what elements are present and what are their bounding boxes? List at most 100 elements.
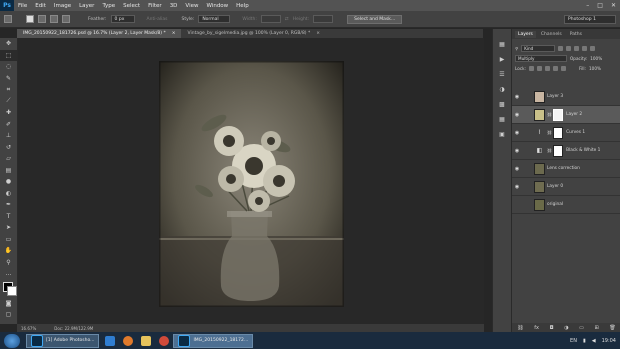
menu-filter[interactable]: Filter: [144, 3, 166, 9]
type-filter-icon[interactable]: [574, 45, 580, 51]
actions-panel-icon[interactable]: ▶: [493, 52, 511, 67]
new-selection-icon[interactable]: [26, 15, 34, 23]
link-icon[interactable]: ⛓: [547, 112, 552, 117]
workspace-select[interactable]: Photoshop 1: [564, 15, 616, 24]
style-select[interactable]: Normal: [198, 15, 231, 23]
eye-icon[interactable]: ◉: [512, 130, 522, 136]
tab-document-2[interactable]: Vintage_by_sigelmedia.jpg @ 100% (Layer …: [181, 29, 326, 38]
eraser-tool-icon[interactable]: ▱: [0, 153, 17, 165]
menu-window[interactable]: Window: [202, 3, 232, 9]
layer-row[interactable]: ◉ Lens correction: [512, 160, 620, 178]
document-image[interactable]: [159, 61, 344, 307]
shape-tool-icon[interactable]: ▭: [0, 234, 17, 246]
color-panel-icon[interactable]: ▩: [493, 97, 511, 112]
minimize-button[interactable]: –: [586, 2, 589, 9]
link-layers-icon[interactable]: ⛓: [517, 325, 523, 331]
lock-image-icon[interactable]: [536, 65, 542, 71]
eye-icon[interactable]: ◉: [512, 184, 522, 190]
network-icon[interactable]: ▮: [583, 338, 586, 344]
height-input[interactable]: [313, 15, 334, 23]
more-tools-icon[interactable]: …: [0, 268, 17, 280]
layer-row[interactable]: ◉ Layer 0: [512, 178, 620, 196]
layer-row[interactable]: ◉ Layer 3: [512, 88, 620, 106]
move-tool-icon[interactable]: ✥: [0, 38, 17, 50]
adjustment-filter-icon[interactable]: [566, 45, 572, 51]
adjustments-panel-icon[interactable]: ◑: [493, 82, 511, 97]
properties-panel-icon[interactable]: ☰: [493, 67, 511, 82]
eye-icon[interactable]: ◉: [512, 166, 522, 172]
opacity-value[interactable]: 100%: [590, 56, 602, 61]
menu-view[interactable]: View: [181, 3, 202, 9]
tab-paths[interactable]: Paths: [567, 31, 585, 38]
menu-select[interactable]: Select: [119, 3, 144, 9]
marquee-tool-icon[interactable]: [4, 15, 12, 23]
color-swatches[interactable]: [0, 280, 17, 298]
layer-row[interactable]: ◉ ⛓ Layer 2: [512, 106, 620, 124]
link-icon[interactable]: ⛓: [547, 148, 552, 153]
eyedropper-tool-icon[interactable]: ⟋: [0, 96, 17, 108]
kind-filter-select[interactable]: Kind: [521, 44, 556, 52]
hand-tool-icon[interactable]: ✋: [0, 245, 17, 257]
taskbar-photoshop-1[interactable]: [1] Adobe Photosho...: [26, 333, 100, 348]
dodge-tool-icon[interactable]: ◐: [0, 188, 17, 200]
libraries-panel-icon[interactable]: ▣: [493, 127, 511, 142]
link-icon[interactable]: ⛓: [547, 130, 552, 135]
zoom-tool-icon[interactable]: ⚲: [0, 257, 17, 269]
shape-filter-icon[interactable]: [582, 45, 588, 51]
width-input[interactable]: [260, 15, 281, 23]
menu-type[interactable]: Type: [98, 3, 119, 9]
blur-tool-icon[interactable]: ●: [0, 176, 17, 188]
eye-icon[interactable]: ◉: [512, 112, 522, 118]
eye-icon[interactable]: ◉: [512, 148, 522, 154]
pixel-filter-icon[interactable]: [558, 45, 564, 51]
maximize-button[interactable]: □: [597, 2, 603, 9]
layer-row[interactable]: ◉ ◧ ⛓ Black & White 1: [512, 142, 620, 160]
select-and-mask-button[interactable]: Select and Mask...: [347, 14, 403, 24]
crop-tool-icon[interactable]: ⌗: [0, 84, 17, 96]
menu-file[interactable]: File: [14, 3, 31, 9]
layer-mask-thumbnail[interactable]: [553, 126, 564, 139]
language-indicator[interactable]: EN: [570, 338, 577, 344]
menu-layer[interactable]: Layer: [75, 3, 98, 9]
taskbar-chrome[interactable]: [155, 334, 173, 348]
smart-object-filter-icon[interactable]: [590, 45, 596, 51]
trash-icon[interactable]: 🗑: [609, 325, 615, 331]
fx-icon[interactable]: fx: [534, 325, 539, 331]
clock[interactable]: 19:04: [602, 338, 616, 344]
layer-mask-thumbnail[interactable]: [553, 144, 564, 157]
taskbar-explorer[interactable]: [137, 334, 155, 348]
type-tool-icon[interactable]: T: [0, 211, 17, 223]
feather-input[interactable]: 0 px: [110, 15, 135, 23]
brush-tool-icon[interactable]: ✐: [0, 119, 17, 131]
tab-channels[interactable]: Channels: [538, 31, 565, 38]
swap-icon[interactable]: ⇄: [285, 17, 289, 22]
quick-mask-icon[interactable]: ◙: [0, 298, 17, 310]
pen-tool-icon[interactable]: ✒: [0, 199, 17, 211]
quick-select-tool-icon[interactable]: ✎: [0, 73, 17, 85]
new-layer-icon[interactable]: ⊞: [595, 325, 599, 331]
lasso-tool-icon[interactable]: ◌: [0, 61, 17, 73]
taskbar-photoshop-2[interactable]: IMG_20150922_18172...: [173, 333, 254, 348]
taskbar-firefox[interactable]: [119, 334, 137, 348]
path-select-tool-icon[interactable]: ➤: [0, 222, 17, 234]
volume-icon[interactable]: ◀: [592, 338, 596, 344]
menu-edit[interactable]: Edit: [31, 3, 50, 9]
lock-pixels-icon[interactable]: [528, 65, 534, 71]
tab-layers[interactable]: Layers: [515, 30, 536, 38]
history-panel-icon[interactable]: ▦: [493, 37, 511, 52]
lock-all-icon[interactable]: [560, 65, 566, 71]
menu-image[interactable]: Image: [50, 3, 75, 9]
adjustment-layer-icon[interactable]: ◑: [564, 325, 568, 331]
history-brush-tool-icon[interactable]: ↺: [0, 142, 17, 154]
layer-mask-thumbnail[interactable]: [553, 108, 564, 121]
add-selection-icon[interactable]: [38, 15, 46, 23]
swatches-panel-icon[interactable]: ▦: [493, 112, 511, 127]
lock-artboard-icon[interactable]: [552, 65, 558, 71]
screen-mode-icon[interactable]: ▢: [0, 309, 17, 321]
rect-marquee-tool-icon[interactable]: ⬚: [0, 49, 17, 61]
tab-document-1[interactable]: IMG_20150922_181726.psd @ 16.7% (Layer 2…: [17, 29, 182, 38]
tab-close-icon[interactable]: ×: [316, 31, 320, 36]
zoom-level[interactable]: 16.67%: [21, 326, 36, 331]
menu-3d[interactable]: 3D: [166, 3, 182, 9]
start-button[interactable]: [4, 333, 20, 348]
